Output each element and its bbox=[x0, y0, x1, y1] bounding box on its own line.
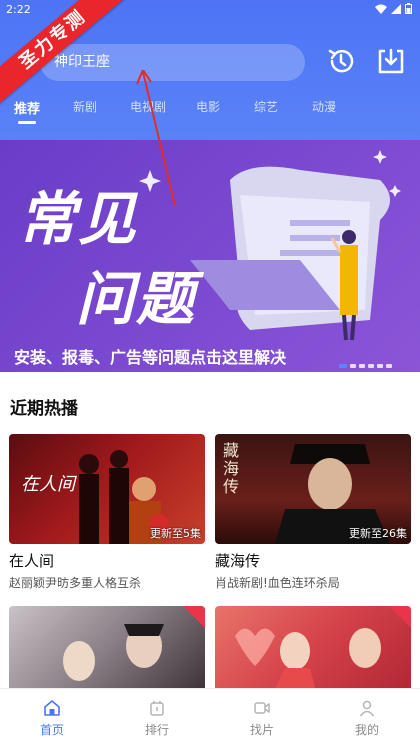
show-poster: 藏海传 更新至26集 bbox=[215, 434, 411, 544]
section-title: 近期热播 bbox=[10, 399, 78, 419]
annotation-arrow bbox=[136, 70, 176, 207]
tab-recommend[interactable]: 推荐 bbox=[14, 98, 40, 117]
show-poster: 在人间 更新至5集 bbox=[9, 434, 205, 544]
active-tab-indicator bbox=[18, 121, 36, 124]
nav-mine-label: 我的 bbox=[354, 723, 379, 737]
poster-figures bbox=[235, 628, 381, 688]
tab-new-drama[interactable]: 新剧 bbox=[73, 98, 97, 115]
pagination-dot bbox=[386, 364, 392, 368]
status-icons bbox=[375, 3, 412, 14]
nav-home-label: 首页 bbox=[39, 723, 64, 737]
show-poster bbox=[215, 606, 411, 688]
poster-title-art: 在人间 bbox=[21, 474, 75, 495]
status-time: 2:22 bbox=[6, 3, 31, 16]
video-icon bbox=[254, 702, 270, 714]
nav-ranking[interactable]: 排行 bbox=[127, 699, 187, 738]
pagination-dot bbox=[368, 364, 374, 368]
pagination-dot bbox=[377, 364, 383, 368]
bottom-navigation: 首页 排行 找片 我的 bbox=[0, 688, 420, 747]
tag-corner bbox=[389, 606, 411, 628]
battery-icon bbox=[405, 3, 412, 14]
tab-variety[interactable]: 综艺 bbox=[254, 98, 278, 115]
episode-badge: 更新至26集 bbox=[349, 527, 407, 540]
banner-title-line1: 常见 bbox=[18, 185, 139, 253]
banner-caption: 安装、报毒、广告等问题点击这里解决 bbox=[14, 348, 287, 367]
nav-find[interactable]: 找片 bbox=[232, 699, 292, 738]
nav-ranking-label: 排行 bbox=[144, 723, 169, 737]
tab-anime[interactable]: 动漫 bbox=[312, 98, 336, 115]
banner-pagination bbox=[339, 364, 392, 368]
show-description: 赵丽颖尹昉多重人格互杀 bbox=[9, 576, 142, 590]
download-icon bbox=[378, 48, 404, 74]
search-placeholder: 神印王座 bbox=[54, 54, 110, 70]
show-title: 藏海传 bbox=[215, 552, 261, 570]
episode-badge: 更新至5集 bbox=[150, 527, 201, 540]
signal-icon bbox=[391, 3, 401, 14]
pagination-dot bbox=[350, 364, 356, 368]
nav-mine[interactable]: 我的 bbox=[337, 699, 397, 738]
home-icon bbox=[44, 700, 60, 716]
history-icon bbox=[328, 49, 354, 73]
show-description: 肖战新剧!血色连环杀局 bbox=[215, 576, 340, 590]
show-title: 在人间 bbox=[9, 552, 55, 570]
pagination-dot bbox=[339, 364, 347, 368]
tag-corner bbox=[183, 606, 205, 628]
poster-title-art: 藏海传 bbox=[223, 441, 240, 496]
history-button[interactable] bbox=[326, 46, 356, 76]
poster-figures bbox=[63, 624, 164, 681]
tab-movie[interactable]: 电影 bbox=[196, 98, 220, 115]
faq-banner[interactable]: 常见 问题 安装、报毒、广告等问题点击这里解决 bbox=[0, 140, 420, 372]
pagination-dot bbox=[359, 364, 365, 368]
nav-home[interactable]: 首页 bbox=[22, 699, 82, 738]
wifi-icon bbox=[375, 4, 387, 14]
nav-find-label: 找片 bbox=[249, 723, 274, 737]
ranking-icon bbox=[150, 701, 164, 716]
download-button[interactable] bbox=[376, 46, 406, 76]
user-icon bbox=[359, 700, 375, 717]
category-tabs: 推荐 新剧 电视剧 电影 综艺 动漫 bbox=[0, 98, 420, 124]
show-poster bbox=[9, 606, 205, 688]
banner-title-line2: 问题 bbox=[76, 265, 197, 333]
